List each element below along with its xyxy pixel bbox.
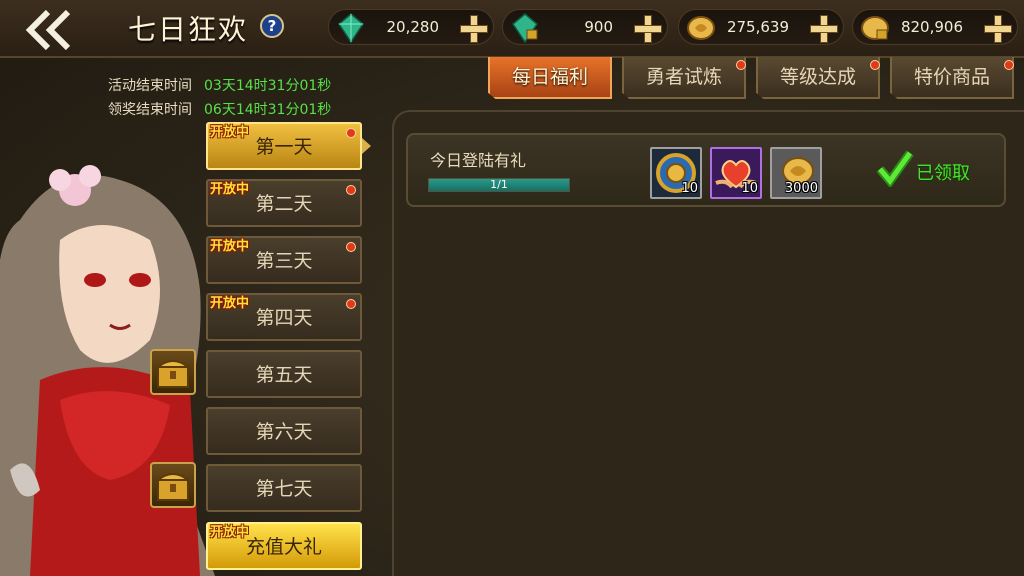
activity-end-timer: 活动结束时间 03天14时31分01秒 — [108, 74, 331, 98]
timer-value: 06天14时31分01秒 — [204, 102, 332, 118]
recharge-gift-button[interactable]: 充值大礼 开放中 — [206, 522, 362, 570]
selected-arrow-icon — [362, 138, 371, 154]
currency-value: 820,906 — [900, 18, 963, 36]
currency-locked-coin: 820,906 — [852, 9, 1018, 45]
day-label: 充值大礼 — [245, 536, 322, 558]
day-2-button[interactable]: 第二天 开放中 — [206, 179, 362, 227]
notification-dot — [346, 185, 356, 195]
open-badge: 开放中 — [210, 296, 250, 311]
open-badge: 开放中 — [210, 525, 250, 540]
day-label: 第三天 — [255, 250, 313, 272]
day-6-button[interactable]: 第六天 — [206, 407, 362, 455]
notification-dot — [1004, 60, 1014, 70]
currency-gem: 20,280 — [328, 9, 494, 45]
reward-title: 今日登陆有礼 — [430, 151, 527, 170]
open-badge: 开放中 — [210, 182, 250, 197]
open-badge: 开放中 — [210, 239, 250, 254]
tab-daily-welfare[interactable]: 每日福利 — [488, 57, 612, 99]
checkmark-icon — [876, 150, 914, 187]
back-button[interactable] — [22, 8, 82, 52]
notification-dot — [346, 128, 356, 138]
tab-level-reach[interactable]: 等级达成 — [756, 57, 880, 99]
day-label: 第六天 — [255, 421, 313, 443]
timer-label: 活动结束时间 — [108, 78, 192, 94]
reward-row: 今日登陆有礼 1/1 10 10 3000 已领取 — [406, 133, 1006, 207]
top-bar: 七日狂欢 ? 20,280 900 275,639 820,906 — [0, 0, 1024, 58]
reward-item-token[interactable]: 10 — [650, 147, 702, 199]
help-icon[interactable]: ? — [260, 14, 284, 38]
day-label: 第一天 — [255, 136, 313, 158]
add-locked-coin-button[interactable] — [979, 12, 1013, 44]
green-gem-icon — [338, 13, 364, 44]
day-5-chest[interactable] — [150, 349, 196, 395]
treasure-chest-icon — [155, 473, 191, 501]
locked-green-gem-icon — [512, 13, 538, 44]
double-chevron-left-icon — [25, 9, 71, 51]
day-3-button[interactable]: 第三天 开放中 — [206, 236, 362, 284]
gold-coin-icon — [687, 16, 715, 40]
timer-label: 领奖结束时间 — [108, 102, 192, 118]
reward-item-heart[interactable]: 10 — [710, 147, 762, 199]
add-gem-button[interactable] — [455, 12, 489, 44]
currency-value: 20,280 — [386, 18, 440, 36]
day-label: 第五天 — [255, 364, 313, 386]
reward-item-coins[interactable]: 3000 — [770, 147, 822, 199]
page-title: 七日狂欢 — [128, 13, 249, 46]
tab-hero-trial[interactable]: 勇者试炼 — [622, 57, 746, 99]
day-label: 第二天 — [255, 193, 313, 215]
item-quantity: 3000 — [784, 181, 818, 196]
day-4-button[interactable]: 第四天 开放中 — [206, 293, 362, 341]
seven-day-carnival-screen: 七日狂欢 ? 20,280 900 275,639 820,906 活动结束时间… — [0, 0, 1024, 576]
claim-end-timer: 领奖结束时间 06天14时31分01秒 — [108, 98, 331, 122]
tab-special-offers[interactable]: 特价商品 — [890, 57, 1014, 99]
currency-coin: 275,639 — [678, 9, 844, 45]
item-quantity: 10 — [681, 181, 698, 196]
day-label: 第七天 — [255, 478, 313, 500]
open-badge: 开放中 — [210, 125, 250, 140]
claimed-status: 已领取 — [876, 149, 986, 189]
day-label: 第四天 — [255, 307, 313, 329]
day-5-button[interactable]: 第五天 — [206, 350, 362, 398]
notification-dot — [870, 60, 880, 70]
item-quantity: 10 — [741, 181, 758, 196]
day-1-button[interactable]: 第一天 开放中 — [206, 122, 362, 170]
notification-dot — [346, 242, 356, 252]
currency-locked-gem: 900 — [502, 9, 668, 45]
currency-value: 900 — [584, 18, 613, 36]
locked-gold-coin-icon — [861, 16, 889, 40]
notification-dot — [346, 299, 356, 309]
add-locked-gem-button[interactable] — [629, 12, 663, 44]
reward-progress-bar: 1/1 — [428, 178, 570, 192]
timer-value: 03天14时31分01秒 — [204, 78, 332, 94]
currency-value: 275,639 — [726, 18, 789, 36]
day-7-button[interactable]: 第七天 — [206, 464, 362, 512]
progress-text: 1/1 — [490, 178, 508, 191]
notification-dot — [736, 60, 746, 70]
event-timers: 活动结束时间 03天14时31分01秒 领奖结束时间 06天14时31分01秒 — [108, 74, 331, 122]
claimed-text: 已领取 — [916, 163, 970, 184]
add-coin-button[interactable] — [805, 12, 839, 44]
day-7-chest[interactable] — [150, 462, 196, 508]
treasure-chest-icon — [155, 360, 191, 388]
